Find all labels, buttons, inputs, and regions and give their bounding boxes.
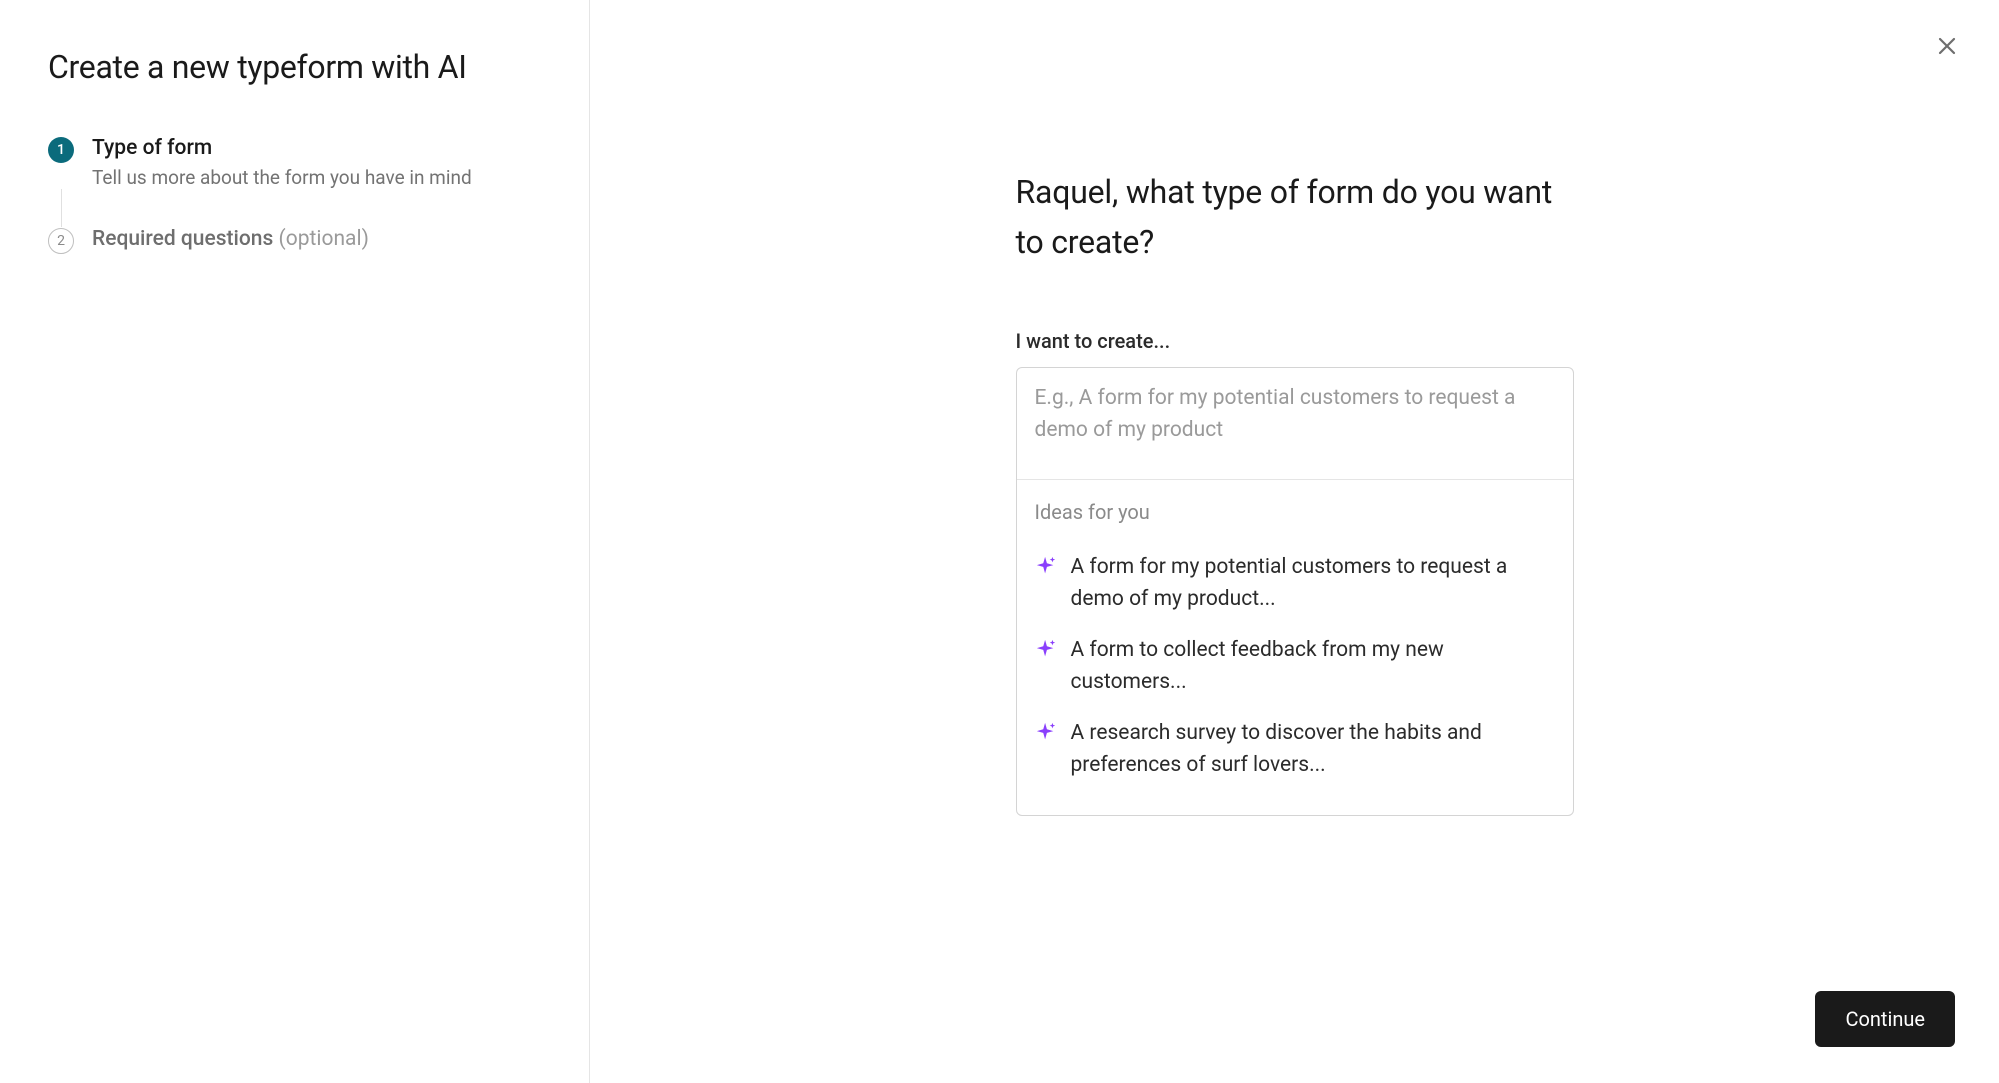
idea-suggestion[interactable]: A research survey to discover the habits… (1035, 708, 1555, 791)
step-title-text: Required questions (92, 227, 273, 251)
field-label: I want to create... (1016, 329, 1574, 353)
idea-suggestion[interactable]: A form to collect feedback from my new c… (1035, 625, 1555, 708)
ideas-label: Ideas for you (1035, 500, 1555, 524)
step-badge-2: 2 (48, 228, 74, 254)
field-box: Ideas for you A form for my potential cu… (1016, 367, 1574, 816)
step-title: Type of form (92, 136, 541, 160)
continue-button[interactable]: Continue (1815, 991, 1955, 1047)
step-connector (61, 189, 63, 227)
idea-text: A research survey to discover the habits… (1071, 718, 1555, 781)
form-description-input[interactable] (1035, 383, 1555, 447)
main-content: Raquel, what type of form do you want to… (1016, 168, 1574, 1083)
ideas-section: Ideas for you A form for my potential cu… (1017, 479, 1573, 815)
step-badge-1: 1 (48, 137, 74, 163)
step-optional-label: (optional) (279, 227, 369, 251)
step-type-of-form[interactable]: 1 Type of form Tell us more about the fo… (48, 136, 541, 189)
step-required-questions[interactable]: 2 Required questions (optional) (48, 227, 541, 254)
close-icon (1935, 34, 1959, 58)
main-heading: Raquel, what type of form do you want to… (1016, 168, 1574, 267)
idea-text: A form to collect feedback from my new c… (1071, 635, 1555, 698)
close-button[interactable] (1929, 28, 1965, 64)
page-title: Create a new typeform with AI (48, 48, 541, 86)
main-panel: Raquel, what type of form do you want to… (590, 0, 1999, 1083)
idea-text: A form for my potential customers to req… (1071, 552, 1555, 615)
textarea-wrap (1017, 368, 1573, 479)
step-subtitle: Tell us more about the form you have in … (92, 166, 541, 189)
sparkle-icon (1035, 638, 1057, 660)
step-content: Type of form Tell us more about the form… (92, 136, 541, 189)
sparkle-icon (1035, 555, 1057, 577)
steps-list: 1 Type of form Tell us more about the fo… (48, 136, 541, 254)
sidebar: Create a new typeform with AI 1 Type of … (0, 0, 590, 1083)
sparkle-icon (1035, 721, 1057, 743)
idea-suggestion[interactable]: A form for my potential customers to req… (1035, 542, 1555, 625)
step-content: Required questions (optional) (92, 227, 541, 251)
step-title: Required questions (optional) (92, 227, 541, 251)
